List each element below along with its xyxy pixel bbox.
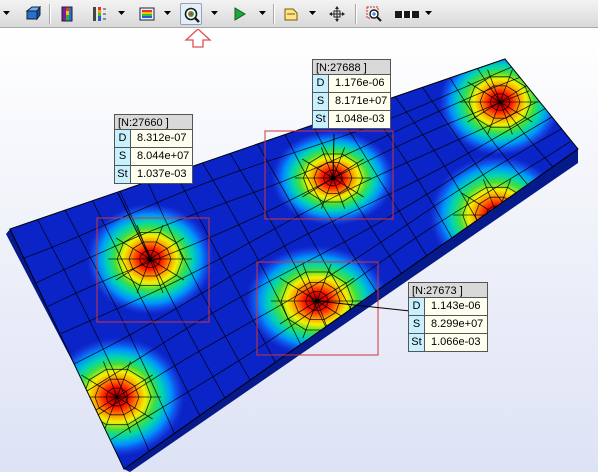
probe-value: 8.171e+07 [329,93,390,110]
probe-row-displacement: D 1.143e-06 [408,298,488,316]
probe-row-strain: St 1.037e-03 [114,166,193,184]
probe-marker-27660 [147,256,153,262]
probe-row-strain: St 1.048e-03 [312,111,391,129]
probe-tool-icon [184,7,200,23]
probe-marker-27673 [314,298,320,304]
mesh-line [524,197,532,216]
contour-scale-dropdown[interactable] [163,3,173,25]
probe-title: [N:27673 ] [408,282,488,298]
3d-viewport[interactable]: [N:27660 ] D 8.312e-07 S 8.044e+07 St 1.037… [0,29,598,472]
mesh-line [503,225,516,234]
probe-key: D [409,298,425,315]
mesh-line [507,231,526,244]
probe-label-27660[interactable]: [N:27660 ] D 8.312e-07 S 8.044e+07 St 1.037… [114,114,193,184]
probe-value: 8.299e+07 [425,316,487,333]
render-mode-icon [395,11,419,18]
legend-icon [93,7,106,21]
probe-marker-27688 [330,175,336,181]
zoom-window-icon [366,6,382,22]
animate-dropdown[interactable] [258,3,268,25]
probe-key: D [115,130,131,147]
move-crosshair-button[interactable] [326,3,348,25]
probe-row-displacement: D 1.176e-06 [312,75,391,93]
up-arrow-indicator-icon [184,29,212,48]
animate-play-icon [234,7,246,21]
view-options-dropdown[interactable] [2,3,12,25]
display-style-button[interactable] [22,3,44,25]
mesh-line [496,214,511,251]
probe-value: 8.312e-07 [131,130,192,147]
mesh-line [514,214,520,227]
probe-key: St [313,111,329,128]
probe-value: 1.066e-03 [425,334,487,351]
result-color-button[interactable] [56,3,78,25]
legend-button[interactable] [88,3,110,25]
mesh-line [82,396,90,415]
probe-value: 1.048e-03 [329,111,390,128]
probe-label-27673[interactable]: [N:27673 ] D 1.143e-06 S 8.299e+07 St 1.066… [408,282,488,352]
contour-scale-icon [139,7,155,21]
display-style-icon [25,6,41,21]
section-view-dropdown[interactable] [308,3,318,25]
render-mode-dropdown[interactable] [424,3,434,25]
probe-row-stress: S 8.171e+07 [312,93,391,111]
result-color-icon [61,6,73,22]
render-mode-button[interactable] [392,3,422,25]
mesh-line [496,214,533,238]
animate-play-button[interactable] [228,3,250,25]
probe-value: 8.044e+07 [131,148,192,165]
mesh-line [500,220,507,225]
mesh-line [524,214,532,233]
probe-title: [N:27660 ] [114,114,193,130]
probe-value: 1.143e-06 [425,298,487,315]
probe-key: D [313,75,329,92]
legend-dropdown[interactable] [117,3,127,25]
probe-tool-button[interactable] [180,3,202,25]
probe-key: S [313,93,329,110]
probe-value: 1.176e-06 [329,75,390,92]
probe-title: [N:27688 ] [312,59,391,75]
contour-scale-button[interactable] [136,3,158,25]
probe-row-strain: St 1.066e-03 [408,334,488,352]
move-crosshair-icon [329,6,345,22]
probe-key: St [409,334,425,351]
zoom-window-button[interactable] [363,3,385,25]
probe-label-27688[interactable]: [N:27688 ] D 1.176e-06 S 8.171e+07 St 1.048… [312,59,391,129]
probe-value: 1.037e-03 [131,166,192,183]
fem-contour-plot[interactable] [0,29,598,472]
mesh-line [505,214,509,221]
probe-row-stress: S 8.299e+07 [408,316,488,334]
section-view-icon [284,8,298,21]
probe-key: St [115,166,131,183]
section-view-button[interactable] [280,3,302,25]
probe-tool-dropdown[interactable] [210,3,220,25]
probe-row-stress: S 8.044e+07 [114,148,193,166]
toolbar [0,0,598,28]
probe-key: S [409,316,425,333]
probe-row-displacement: D 8.312e-07 [114,130,193,148]
probe-key: S [115,148,131,165]
